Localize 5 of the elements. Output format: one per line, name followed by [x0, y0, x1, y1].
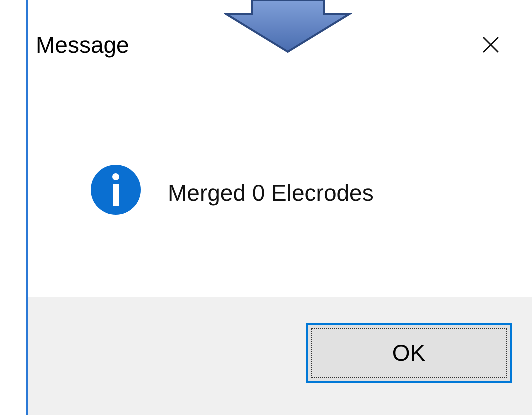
window-title: Message [36, 30, 130, 60]
down-arrow-icon [224, 0, 352, 54]
info-icon [90, 164, 142, 216]
ok-button[interactable]: OK [306, 323, 512, 383]
message-text: Merged 0 Elecrodes [168, 179, 374, 208]
